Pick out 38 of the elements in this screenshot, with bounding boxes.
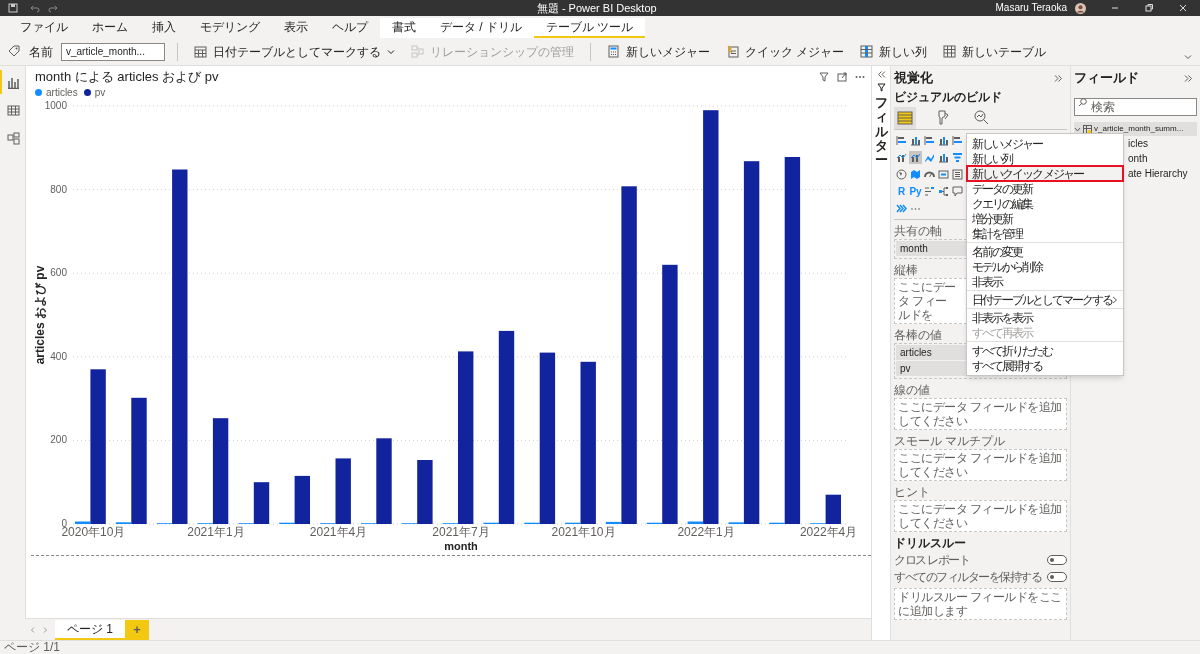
status-text: ページ 1/1 (4, 641, 60, 654)
x-tick-label: 2021年10月 (551, 525, 616, 539)
y-axis-title: articles および pv (33, 265, 47, 365)
toggle-label: クロス レポート (894, 551, 970, 569)
y-tick-label: 400 (50, 350, 67, 362)
x-tick-label: 2021年1月 (187, 525, 245, 539)
pane-title: 視覚化 (894, 69, 933, 88)
window-title: 無題 - Power BI Desktop (536, 1, 657, 15)
x-axis-title: month (444, 540, 478, 552)
drop-zone-hint: ドリルスルー フィールドをここに追加します (898, 590, 1063, 618)
y-tick-label: 1000 (44, 100, 67, 111)
pane-title: フィールド (1074, 69, 1139, 88)
well-label: ヒント (894, 484, 930, 501)
pane-subtitle: ビジュアルのビルド (894, 89, 1002, 106)
x-tick-label: 2022年1月 (677, 525, 735, 539)
legend-label: articles (46, 85, 78, 100)
drop-zone-hint: ここにデータ フィールドを (898, 280, 957, 322)
section-heading: ドリルスルー (894, 535, 966, 552)
x-tick-label: 2021年7月 (432, 525, 490, 539)
name-label: 名前 (29, 43, 53, 61)
legend-label: pv (94, 85, 106, 100)
user-name: Masaru Teraoka (995, 1, 1067, 15)
chart-title: month による articles および pv (35, 68, 219, 87)
well-label: 縦棒 (894, 262, 918, 279)
drop-zone-hint: ここにデータ フィールドを追加してください (898, 400, 1063, 428)
drop-zone-hint: ここにデータ フィールドを追加してください (898, 502, 1063, 530)
y-tick-label: 800 (50, 183, 67, 195)
toggle-label: すべてのフィルターを保持する (894, 568, 1041, 586)
filters-pane-label: フィルター (874, 96, 888, 168)
well-label: 共有の軸 (894, 223, 942, 240)
y-tick-label: 200 (50, 434, 67, 446)
well-label: スモール マルチプル (894, 433, 1006, 450)
y-tick-label: 600 (50, 267, 67, 279)
well-label: 線の値 (894, 382, 930, 399)
well-label: 各棒の値 (894, 327, 942, 344)
x-tick-label: 2022年4月 (799, 525, 858, 539)
x-tick-label: 2021年4月 (309, 525, 368, 539)
drop-zone-hint: ここにデータ フィールドを追加してください (898, 451, 1063, 479)
